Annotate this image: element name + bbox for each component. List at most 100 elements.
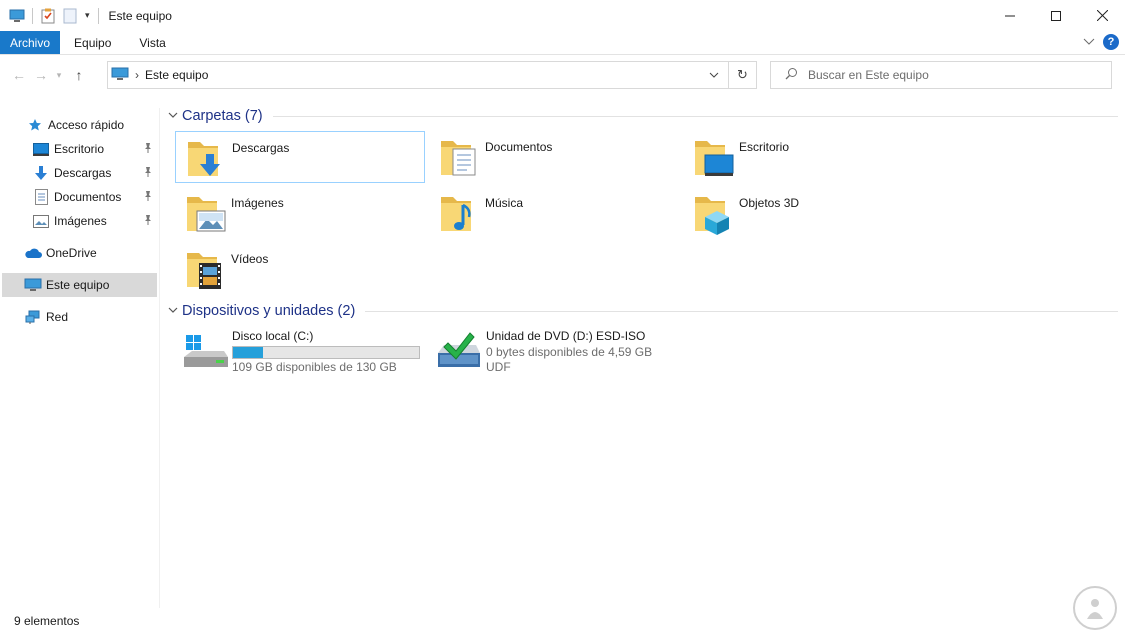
ribbon-right-controls: ?	[1083, 34, 1119, 50]
group-divider	[365, 310, 1118, 312]
cloud-icon	[24, 245, 42, 261]
sidebar-item-descargas[interactable]: Descargas	[32, 161, 157, 185]
hard-drive-icon	[184, 335, 228, 367]
folder-label: Vídeos	[231, 252, 269, 266]
toolbar-separator	[97, 7, 99, 24]
folder-tile-escritorio[interactable]: Escritorio	[683, 131, 933, 183]
maximize-icon[interactable]	[1033, 0, 1079, 31]
sidebar-item-imagenes[interactable]: Imágenes	[32, 209, 157, 233]
folder-tile-documentos[interactable]: Documentos	[429, 131, 679, 183]
minimize-icon[interactable]	[987, 0, 1033, 31]
drive-usage-bar	[232, 346, 420, 359]
network-icon	[24, 309, 42, 325]
search-input[interactable]: Buscar en Este equipo	[808, 68, 929, 82]
navigation-row: ← → ▾ ↑ › Este equipo ↻ Buscar en Este e…	[0, 55, 1125, 95]
help-icon[interactable]: ?	[1103, 34, 1119, 50]
status-item-count: 9 elementos	[14, 614, 80, 628]
drive-tile-d[interactable]: Unidad de DVD (D:) ESD-ISO 0 bytes dispo…	[430, 329, 680, 379]
folder-label: Imágenes	[231, 196, 284, 210]
pin-icon[interactable]	[143, 166, 153, 181]
pin-icon[interactable]	[143, 214, 153, 229]
computer-icon	[24, 277, 42, 293]
sidebar-item-label: Descargas	[54, 166, 112, 180]
search-box[interactable]: Buscar en Este equipo	[770, 61, 1112, 89]
search-icon	[785, 67, 798, 83]
drive-filesystem: UDF	[486, 360, 511, 374]
group-title: Dispositivos y unidades (2)	[182, 303, 356, 319]
dvd-drive-icon	[438, 332, 480, 367]
refresh-icon[interactable]: ↻	[728, 62, 756, 88]
folders-group-header[interactable]: Carpetas (7)	[168, 105, 1118, 127]
sidebar-item-acceso-rapido[interactable]: Acceso rápido	[26, 113, 157, 137]
sidebar-item-escritorio[interactable]: Escritorio	[32, 137, 157, 161]
sidebar-item-label: Escritorio	[54, 142, 105, 156]
up-arrow-icon[interactable]: ↑	[68, 63, 90, 87]
sidebar-item-label: Imágenes	[54, 214, 107, 228]
folder-label: Escritorio	[739, 140, 790, 154]
computer-icon	[111, 67, 129, 84]
collapse-chevron-icon[interactable]	[168, 306, 180, 317]
pin-icon[interactable]	[143, 142, 153, 157]
videos-folder-icon	[187, 253, 221, 289]
drive-tile-c[interactable]: Disco local (C:) 109 GB disponibles de 1…	[176, 329, 426, 379]
group-divider	[272, 115, 1118, 117]
desktop-folder-icon	[695, 141, 734, 176]
folder-label: Objetos 3D	[739, 196, 800, 210]
folder-tile-descargas[interactable]: Descargas	[175, 131, 425, 183]
group-title: Carpetas (7)	[182, 108, 263, 124]
sidebar-item-label: OneDrive	[46, 246, 97, 260]
sidebar-item-documentos[interactable]: Documentos	[32, 185, 157, 209]
address-history-dropdown-icon[interactable]	[702, 62, 726, 88]
sidebar-item-label: Red	[46, 310, 69, 324]
drive-name: Unidad de DVD (D:) ESD-ISO	[486, 329, 646, 343]
navigation-pane: Acceso rápido Escritorio Descargas Docum…	[0, 108, 160, 608]
star-icon	[26, 117, 44, 133]
drive-free-space: 0 bytes disponibles de 4,59 GB	[486, 345, 653, 359]
music-folder-icon	[441, 197, 471, 231]
window-controls	[987, 0, 1125, 31]
sidebar-item-label: Acceso rápido	[48, 118, 125, 132]
folder-tile-objetos-3d[interactable]: Objetos 3D	[683, 187, 933, 239]
sidebar-item-label: Este equipo	[46, 278, 110, 292]
title-bar: ▾ Este equipo	[0, 0, 1125, 31]
folder-tile-imagenes[interactable]: Imágenes	[175, 187, 425, 239]
toolbar-separator	[32, 7, 33, 24]
folder-label: Documentos	[485, 140, 553, 154]
back-arrow-icon[interactable]: ←	[8, 63, 30, 87]
content-area: Carpetas (7) Descargas Documentos Escrit…	[160, 95, 1125, 605]
image-icon	[32, 213, 50, 229]
forward-arrow-icon[interactable]: →	[30, 63, 52, 87]
new-folder-icon[interactable]	[61, 7, 79, 25]
downloads-folder-icon	[188, 142, 220, 176]
desktop-icon	[32, 141, 50, 157]
folder-label: Descargas	[232, 141, 290, 155]
documents-folder-icon	[441, 141, 476, 176]
devices-group-header[interactable]: Dispositivos y unidades (2)	[168, 300, 1118, 322]
customize-toolbar-dropdown-icon[interactable]: ▾	[85, 10, 90, 21]
drive-name: Disco local (C:)	[232, 329, 314, 343]
address-bar[interactable]: › Este equipo ↻	[107, 61, 757, 89]
tab-vista[interactable]: Vista	[125, 31, 179, 54]
folder-label: Música	[485, 196, 524, 210]
properties-icon[interactable]	[39, 7, 57, 25]
sidebar-item-este-equipo[interactable]: Este equipo	[2, 273, 157, 297]
close-icon[interactable]	[1079, 0, 1125, 31]
drive-usage-fill	[233, 347, 263, 358]
ribbon-tabs: Archivo Equipo Vista ?	[0, 31, 1125, 55]
tab-archivo[interactable]: Archivo	[0, 31, 61, 54]
folder-tile-musica[interactable]: Música	[429, 187, 679, 239]
breadcrumb-chevron-icon[interactable]: ›	[135, 68, 139, 82]
pin-icon[interactable]	[143, 190, 153, 205]
breadcrumb[interactable]: Este equipo	[145, 68, 208, 82]
expand-ribbon-icon[interactable]	[1083, 35, 1095, 49]
computer-icon[interactable]	[8, 7, 26, 25]
sidebar-item-red[interactable]: Red	[24, 305, 157, 329]
folder-tile-videos[interactable]: Vídeos	[175, 243, 425, 295]
tab-equipo[interactable]: Equipo	[60, 31, 125, 54]
drive-free-space: 109 GB disponibles de 130 GB	[232, 360, 397, 374]
document-icon	[32, 189, 50, 205]
sidebar-item-onedrive[interactable]: OneDrive	[24, 241, 157, 265]
pictures-folder-icon	[187, 197, 226, 232]
collapse-chevron-icon[interactable]	[168, 111, 180, 122]
recent-locations-dropdown-icon[interactable]: ▾	[52, 63, 66, 87]
